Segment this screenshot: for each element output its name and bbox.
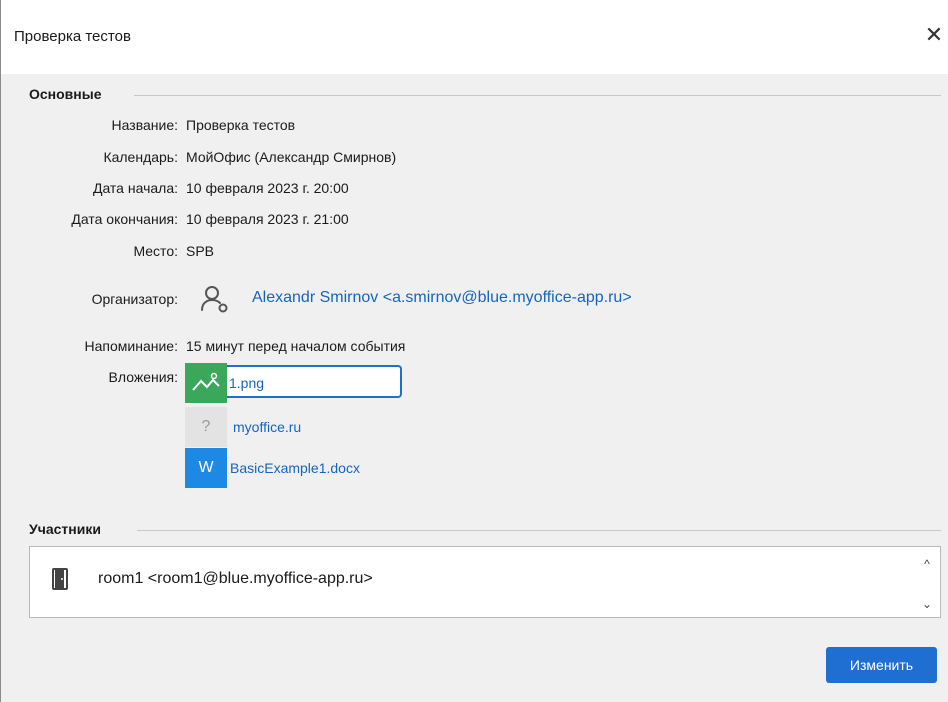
organizer-link[interactable]: Alexandr Smirnov <a.smirnov@blue.myoffic… <box>252 289 632 307</box>
reminder-label: Напоминание: <box>84 338 178 354</box>
question-icon: ? <box>185 407 227 447</box>
window-title: Проверка тестов <box>14 28 131 45</box>
calendar-value: МойОфис (Александр Смирнов) <box>186 149 397 165</box>
word-doc-icon: W <box>185 448 227 488</box>
scroll-down-icon[interactable]: ⌄ <box>920 597 934 611</box>
name-label: Название: <box>111 117 178 133</box>
person-icon <box>197 282 231 316</box>
door-icon <box>52 568 68 590</box>
section-main-header: Основные <box>29 86 102 102</box>
edit-button[interactable]: Изменить <box>826 647 937 683</box>
organizer-label: Организатор: <box>91 291 178 307</box>
attachment-name-basicexample[interactable]: BasicExample1.docx <box>230 460 360 476</box>
section-participants-divider <box>137 530 941 531</box>
image-icon <box>185 363 227 403</box>
scroll-up-icon[interactable]: ^ <box>920 557 934 571</box>
calendar-label: Календарь: <box>103 149 178 165</box>
section-participants-header: Участники <box>29 521 101 537</box>
close-button[interactable]: ✕ <box>921 22 947 48</box>
end-date-value: 10 февраля 2023 г. 21:00 <box>186 211 349 227</box>
section-main-divider <box>134 95 941 96</box>
reminder-value: 15 минут перед началом события <box>186 338 406 354</box>
dialog-content: Основные Название: Проверка тестов Кален… <box>1 74 948 702</box>
end-date-label: Дата окончания: <box>71 211 178 227</box>
attachment-name-myoffice[interactable]: myoffice.ru <box>233 419 301 435</box>
place-label: Место: <box>133 243 178 259</box>
start-date-label: Дата начала: <box>92 180 178 196</box>
event-dialog-window: Проверка тестов ✕ Основные Название: Про… <box>0 0 948 702</box>
participants-list[interactable]: room1 <room1@blue.myoffice-app.ru> ^ ⌄ <box>29 546 941 618</box>
start-date-value: 10 февраля 2023 г. 20:00 <box>186 180 349 196</box>
participant-room1[interactable]: room1 <room1@blue.myoffice-app.ru> <box>98 570 373 588</box>
attachments-label: Вложения: <box>108 369 178 385</box>
attachment-name-1-png[interactable]: 1.png <box>229 375 264 391</box>
name-value: Проверка тестов <box>186 117 296 133</box>
title-bar: Проверка тестов ✕ <box>1 0 948 74</box>
place-value: SPB <box>186 243 215 259</box>
